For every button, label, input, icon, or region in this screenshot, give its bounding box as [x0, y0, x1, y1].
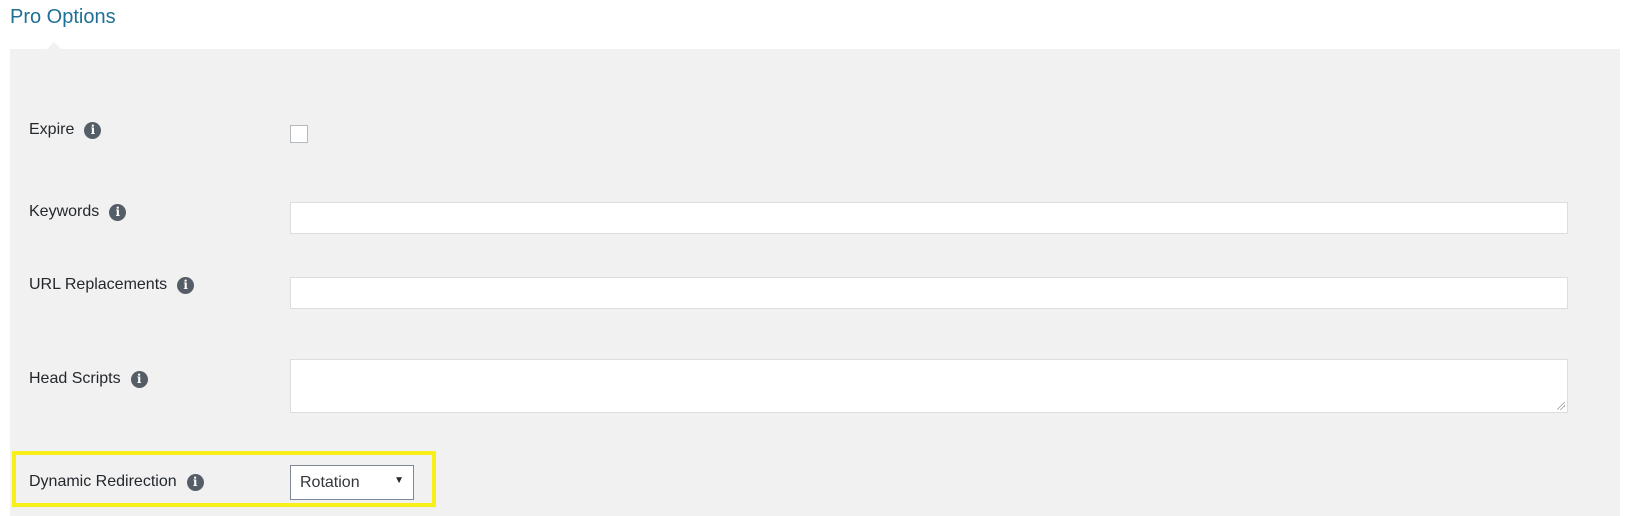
info-icon[interactable]: i: [109, 203, 127, 221]
head-scripts-label: Head Scripts: [29, 370, 121, 387]
dynamic-redirection-row-label: Dynamic Redirection i: [29, 473, 204, 491]
expire-label: Expire: [29, 121, 75, 138]
resize-grip-icon[interactable]: [1557, 402, 1565, 410]
dynamic-redirection-select[interactable]: Rotation ▼: [290, 465, 414, 500]
url-replacements-label: URL Replacements: [29, 276, 168, 293]
dynamic-redirection-selected-value: Rotation: [300, 473, 360, 491]
info-icon[interactable]: i: [186, 473, 204, 491]
url-replacements-row-label: URL Replacements i: [29, 276, 195, 294]
expire-row-label: Expire i: [29, 121, 102, 139]
expire-checkbox[interactable]: [290, 125, 308, 143]
section-title[interactable]: Pro Options: [10, 6, 116, 29]
head-scripts-row-label: Head Scripts i: [29, 370, 148, 388]
info-icon[interactable]: i: [177, 276, 195, 294]
keywords-row-label: Keywords i: [29, 203, 127, 221]
info-icon[interactable]: i: [130, 370, 148, 388]
dropdown-arrow-icon: ▼: [394, 475, 404, 486]
dynamic-redirection-label: Dynamic Redirection: [29, 473, 177, 490]
keywords-input[interactable]: [290, 202, 1568, 234]
keywords-label: Keywords: [29, 203, 100, 220]
info-icon[interactable]: i: [84, 121, 102, 139]
head-scripts-textarea[interactable]: [290, 359, 1568, 413]
url-replacements-input[interactable]: [290, 277, 1568, 309]
